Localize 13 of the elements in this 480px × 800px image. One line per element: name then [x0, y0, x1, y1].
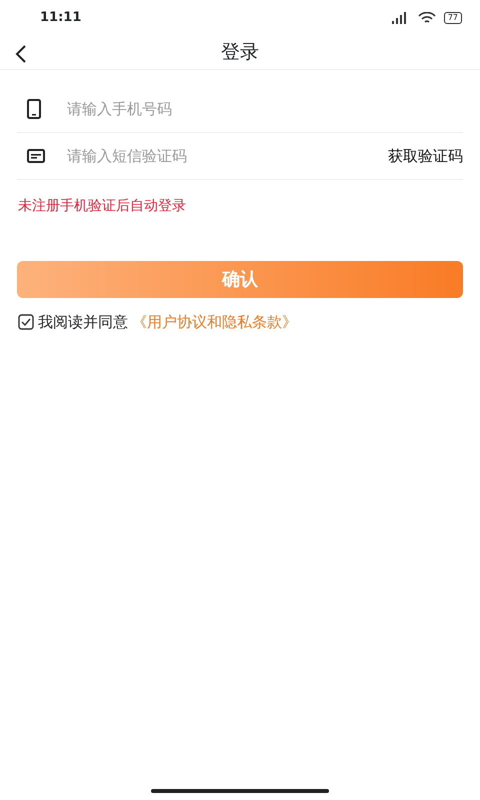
- get-code-button[interactable]: 获取验证码: [388, 144, 463, 168]
- notice-text: 未注册手机验证后自动登录: [18, 197, 187, 216]
- status-time: 11:11: [40, 8, 82, 27]
- page-title: 登录: [221, 40, 259, 65]
- phone-icon: [27, 99, 41, 119]
- back-icon: [14, 44, 28, 64]
- message-icon: [27, 149, 45, 163]
- agreement-link[interactable]: 《用户协议和隐私条款》: [132, 311, 297, 334]
- agreement-checkbox[interactable]: [18, 314, 34, 330]
- confirm-button[interactable]: 确认: [17, 261, 463, 298]
- agreement-text: 我阅读并同意: [38, 312, 128, 333]
- wifi-icon: [418, 12, 436, 24]
- battery-level: 77: [444, 12, 462, 24]
